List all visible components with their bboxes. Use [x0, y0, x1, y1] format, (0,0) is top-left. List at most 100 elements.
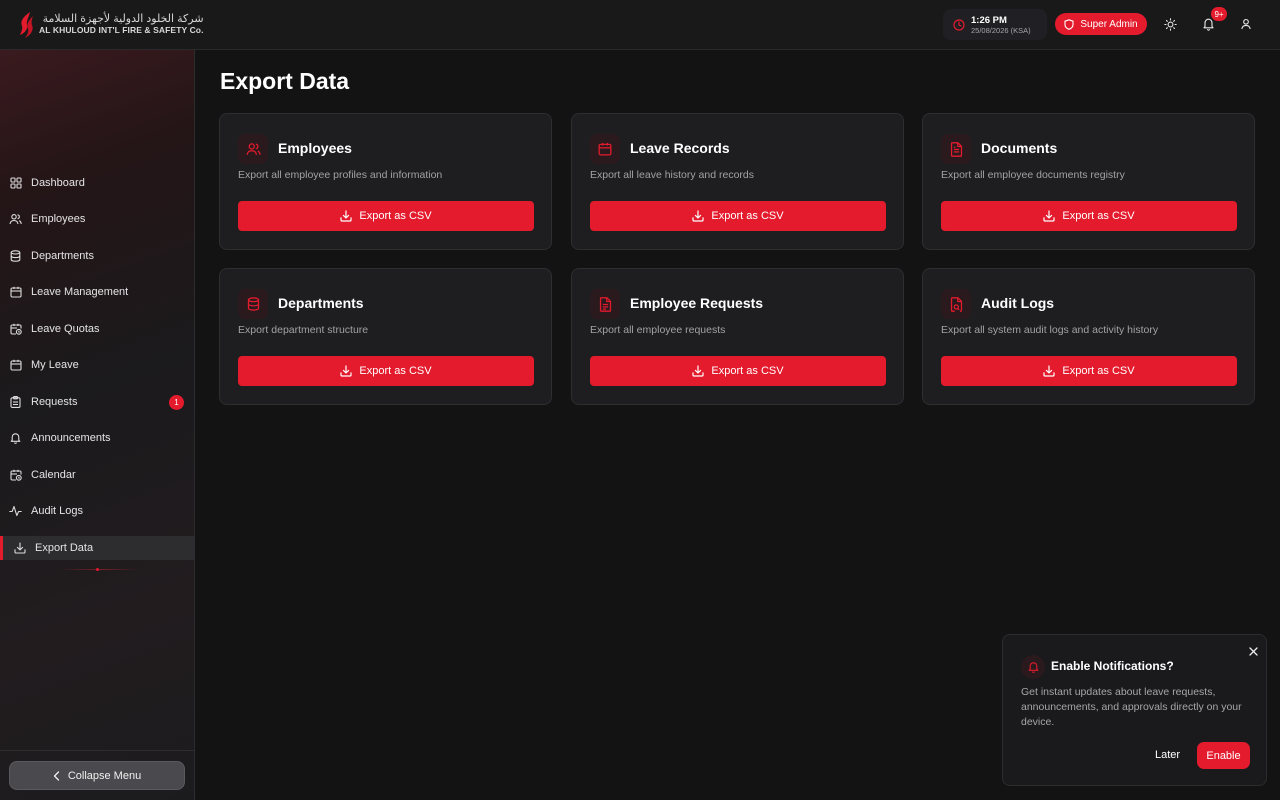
flame-logo-icon	[20, 11, 33, 38]
export-button-label: Export as CSV	[359, 210, 432, 222]
database-icon	[9, 250, 22, 263]
enable-button[interactable]: Enable	[1197, 742, 1250, 769]
calendar-icon	[9, 359, 22, 372]
sidebar-item-label: Leave Quotas	[31, 323, 100, 335]
notification-count-badge: 9+	[1211, 7, 1227, 21]
activity-icon	[9, 505, 22, 518]
clock-widget: 1:26 PM 25/08/2026 (KSA)	[943, 9, 1047, 40]
export-button-label: Export as CSV	[711, 365, 784, 377]
card-title: Employees	[278, 140, 352, 156]
theme-toggle-button[interactable]	[1161, 15, 1179, 33]
sidebar-item-label: Departments	[31, 250, 94, 262]
sidebar-item-audit-logs[interactable]: Audit Logs	[0, 499, 195, 523]
sidebar-item-label: Calendar	[31, 469, 76, 481]
sidebar-item-leave-quotas[interactable]: Leave Quotas	[0, 317, 195, 341]
export-card-employee-requests: Employee Requests Export all employee re…	[571, 268, 904, 405]
sidebar-item-label: Leave Management	[31, 286, 129, 298]
sidebar-item-calendar[interactable]: Calendar	[0, 463, 195, 487]
sidebar-divider	[60, 569, 140, 570]
shield-icon	[1064, 18, 1074, 30]
sun-icon	[1163, 17, 1177, 31]
card-description: Export all employee documents registry	[941, 169, 1125, 181]
file-text-icon	[590, 289, 620, 319]
database-icon	[238, 289, 268, 319]
user-icon	[1241, 18, 1251, 30]
clock-icon	[953, 18, 965, 31]
chevron-left-icon	[53, 770, 59, 781]
clipboard-icon	[9, 396, 22, 409]
export-card-leave-records: Leave Records Export all leave history a…	[571, 113, 904, 250]
sidebar-item-requests[interactable]: Requests 1	[0, 390, 195, 414]
card-description: Export all system audit logs and activit…	[941, 324, 1159, 336]
download-icon	[1043, 210, 1056, 222]
close-icon[interactable]	[1247, 645, 1259, 657]
card-description: Export all leave history and records	[590, 169, 754, 181]
export-employees-csv-button[interactable]: Export as CSV	[238, 201, 534, 231]
users-icon	[9, 213, 22, 226]
collapse-menu-button[interactable]: Collapse Menu	[9, 761, 185, 790]
popup-title: Enable Notifications?	[1051, 659, 1174, 673]
sidebar-item-label: Employees	[31, 213, 86, 225]
card-description: Export all employee requests	[590, 324, 726, 336]
export-button-label: Export as CSV	[359, 365, 432, 377]
calendar-clock-icon	[9, 469, 22, 482]
bell-icon	[9, 432, 22, 445]
clock-date: 25/08/2026 (KSA)	[971, 25, 1031, 35]
download-icon	[340, 365, 353, 377]
card-title: Employee Requests	[630, 295, 764, 311]
sidebar-item-label: Export Data	[35, 542, 94, 554]
download-icon	[13, 542, 26, 555]
later-button[interactable]: Later	[1155, 749, 1180, 761]
calendar-icon	[590, 134, 620, 164]
sidebar-item-leave-management[interactable]: Leave Management	[0, 280, 195, 304]
sidebar-item-label: Requests	[31, 396, 78, 408]
sidebar-item-export-data[interactable]: Export Data	[0, 536, 195, 560]
card-title: Departments	[278, 295, 364, 311]
export-documents-csv-button[interactable]: Export as CSV	[941, 201, 1237, 231]
sidebar-item-dashboard[interactable]: Dashboard	[0, 171, 195, 195]
export-button-label: Export as CSV	[711, 210, 784, 222]
export-employee-requests-csv-button[interactable]: Export as CSV	[590, 356, 886, 386]
sidebar: Dashboard Employees Departments Leave Ma…	[0, 50, 195, 800]
sidebar-divider-dot	[96, 568, 99, 571]
sidebar-item-label: Audit Logs	[31, 505, 83, 517]
card-title: Audit Logs	[981, 295, 1055, 311]
bell-icon	[1021, 655, 1045, 679]
download-icon	[692, 210, 705, 222]
role-badge[interactable]: Super Admin	[1055, 13, 1147, 35]
export-leave-records-csv-button[interactable]: Export as CSV	[590, 201, 886, 231]
export-button-label: Export as CSV	[1062, 210, 1135, 222]
sidebar-item-label: My Leave	[31, 359, 79, 371]
card-title: Documents	[981, 140, 1058, 156]
export-audit-logs-csv-button[interactable]: Export as CSV	[941, 356, 1237, 386]
clock-time: 1:26 PM	[971, 14, 1007, 26]
export-button-label: Export as CSV	[1062, 365, 1135, 377]
sidebar-item-label: Announcements	[31, 432, 111, 444]
document-icon	[941, 134, 971, 164]
sidebar-item-announcements[interactable]: Announcements	[0, 426, 195, 450]
card-description: Export all employee profiles and informa…	[238, 169, 443, 181]
page-title: Export Data	[220, 68, 350, 94]
calendar-icon	[9, 286, 22, 299]
sidebar-item-employees[interactable]: Employees	[0, 207, 195, 231]
sidebar-item-label: Dashboard	[31, 177, 85, 189]
user-profile-button[interactable]	[1237, 15, 1255, 33]
company-logo[interactable]: شركة الخلود الدولية لأجهزة السلامة AL KH…	[18, 11, 204, 39]
logo-english-text: AL KHULOUD INT'L FIRE & SAFETY Co.	[39, 24, 204, 35]
sidebar-item-my-leave[interactable]: My Leave	[0, 353, 195, 377]
popup-description: Get instant updates about leave requests…	[1021, 686, 1242, 728]
sidebar-item-departments[interactable]: Departments	[0, 244, 195, 268]
calendar-clock-icon	[9, 323, 22, 336]
collapse-menu-label: Collapse Menu	[67, 769, 142, 782]
dashboard-icon	[9, 177, 22, 190]
card-description: Export department structure	[238, 324, 369, 336]
export-card-employees: Employees Export all employee profiles a…	[219, 113, 552, 250]
sidebar-footer-divider	[0, 750, 195, 751]
download-icon	[692, 365, 705, 377]
requests-count-badge: 1	[169, 394, 184, 410]
role-label: Super Admin	[1080, 18, 1138, 30]
export-card-audit-logs: Audit Logs Export all system audit logs …	[922, 268, 1255, 405]
export-departments-csv-button[interactable]: Export as CSV	[238, 356, 534, 386]
download-icon	[340, 210, 353, 222]
file-audit-icon	[941, 289, 971, 319]
